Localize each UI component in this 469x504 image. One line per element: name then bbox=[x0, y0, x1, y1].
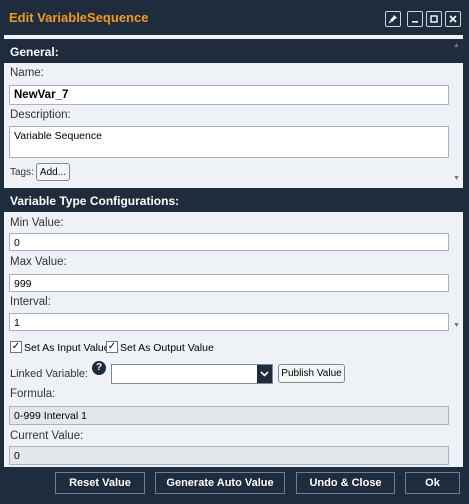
formula-field: 0-999 Interval 1 bbox=[9, 406, 449, 425]
scroll-up-icon[interactable]: ▲ bbox=[453, 42, 460, 49]
max-value-label: Max Value: bbox=[10, 256, 67, 268]
publish-value-button[interactable]: Publish Value bbox=[278, 364, 345, 383]
ok-button[interactable]: Ok bbox=[405, 472, 460, 494]
name-label: Name: bbox=[10, 67, 44, 79]
general-header: General: bbox=[4, 39, 463, 63]
config-header: Variable Type Configurations: bbox=[4, 188, 463, 212]
set-input-label: Set As Input Value bbox=[24, 342, 110, 354]
edit-dialog: Edit VariableSequence General: ▲ Name: N… bbox=[0, 0, 469, 504]
dropdown-button[interactable] bbox=[257, 365, 272, 383]
set-input-checkbox[interactable]: ✓ bbox=[10, 341, 22, 353]
interval-label: Interval: bbox=[10, 296, 51, 308]
linked-variable-label: Linked Variable: bbox=[10, 368, 89, 380]
max-value-input[interactable]: 999 bbox=[9, 274, 449, 292]
close-icon bbox=[449, 15, 457, 23]
linked-variable-select[interactable] bbox=[111, 364, 273, 384]
min-value-input[interactable]: 0 bbox=[9, 233, 449, 251]
formula-label: Formula: bbox=[10, 388, 56, 400]
name-input[interactable]: NewVar_7 bbox=[9, 85, 449, 105]
chevron-down-icon bbox=[260, 371, 269, 377]
undo-close-button[interactable]: Undo & Close bbox=[296, 472, 395, 494]
title-bar[interactable]: Edit VariableSequence bbox=[0, 0, 469, 34]
pin-icon bbox=[388, 15, 397, 24]
interval-input[interactable]: 1 bbox=[9, 313, 449, 331]
description-input[interactable]: Variable Sequence bbox=[9, 126, 449, 158]
pin-button[interactable] bbox=[385, 11, 401, 27]
maximize-button[interactable] bbox=[426, 11, 442, 27]
close-button[interactable] bbox=[445, 11, 461, 27]
set-output-checkbox[interactable]: ✓ bbox=[106, 341, 118, 353]
minimize-icon bbox=[412, 21, 418, 23]
reset-value-button[interactable]: Reset Value bbox=[55, 472, 145, 494]
add-tag-button[interactable]: Add... bbox=[36, 163, 70, 181]
minimize-button[interactable] bbox=[407, 11, 423, 27]
help-icon[interactable]: ? bbox=[92, 361, 106, 375]
dialog-title: Edit VariableSequence bbox=[9, 10, 149, 25]
scroll-down-icon[interactable]: ▼ bbox=[453, 175, 460, 182]
description-label: Description: bbox=[10, 109, 71, 121]
config-scroll-down-icon[interactable]: ▼ bbox=[453, 322, 460, 329]
tags-label: Tags: bbox=[10, 167, 34, 178]
generate-auto-value-button[interactable]: Generate Auto Value bbox=[155, 472, 285, 494]
set-output-label: Set As Output Value bbox=[120, 342, 214, 354]
current-value-field: 0 bbox=[9, 446, 449, 465]
min-value-label: Min Value: bbox=[10, 217, 64, 229]
dialog-body[interactable]: General: ▲ Name: NewVar_7 Description: V… bbox=[4, 35, 463, 467]
maximize-icon bbox=[430, 15, 438, 23]
current-value-label: Current Value: bbox=[10, 430, 84, 442]
